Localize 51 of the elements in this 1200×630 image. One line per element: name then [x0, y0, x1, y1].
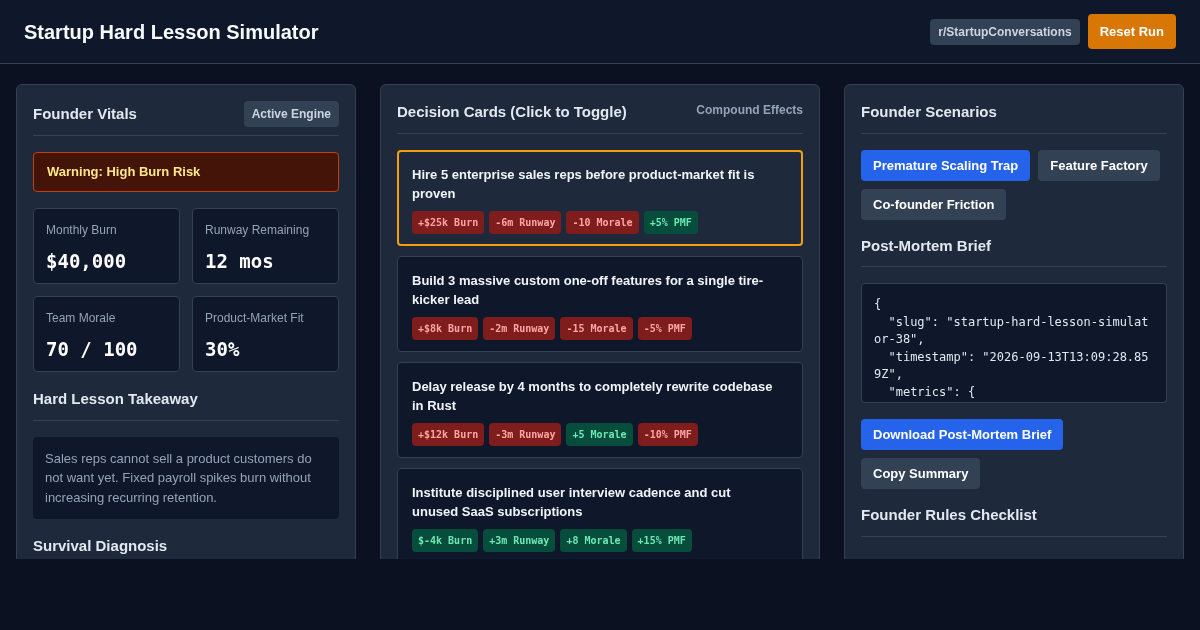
- decision-card[interactable]: Build 3 massive custom one-off features for a single tire-kicker lead +$8k Burn -2m Runway -15 Morale -5% PMF: [397, 255, 803, 352]
- metric-value: $40,000: [46, 249, 128, 274]
- panel-heading: Decision Cards (Click to Toggle): [397, 102, 627, 122]
- metric-value: 12 mos: [205, 249, 275, 274]
- effect-tag: -3m Runway: [489, 422, 562, 446]
- metric-value: 30%: [205, 337, 241, 362]
- warning-banner: Warning: High Burn Risk: [33, 152, 339, 192]
- effect-tag: +$8k Burn: [412, 316, 479, 340]
- effect-tag: +15% PMF: [631, 528, 692, 552]
- metric-label: Runway Remaining: [205, 222, 311, 239]
- scenario-button[interactable]: Co-founder Friction: [861, 188, 1007, 220]
- metric-label: Product-Market Fit: [205, 310, 305, 327]
- scenario-button[interactable]: Premature Scaling Trap: [861, 149, 1031, 181]
- decision-text: Hire 5 enterprise sales reps before product-market fit is proven: [412, 165, 756, 203]
- brief-code: { "slug": "startup-hard-lesson-simulator-38", "timestamp": "2026-09-13T13:09:28.859Z", "metrics": {: [861, 283, 1167, 403]
- effect-tag: +5 Morale: [566, 422, 633, 446]
- panel-heading: Founder Scenarios: [861, 102, 998, 122]
- effect-tag: -2m Runway: [483, 316, 556, 340]
- effect-tag: +$25k Burn: [412, 210, 485, 234]
- decision-card[interactable]: Delay release by 4 months to completely rewrite codebase in Rust +$12k Burn -3m Runway +5 Morale -10% PMF: [397, 361, 803, 458]
- panel-subtitle: Compound Effects: [696, 102, 803, 119]
- decision-text: Delay release by 4 months to completely rewrite codebase in Rust: [412, 377, 774, 415]
- effect-tag: -15 Morale: [560, 316, 633, 340]
- decision-text: Institute disciplined user interview cadence and cut unused SaaS subscriptions: [412, 483, 732, 521]
- effect-tag: -10% PMF: [637, 422, 698, 446]
- app-title: Startup Hard Lesson Simulator: [24, 19, 319, 45]
- effect-tag: +8 Morale: [560, 528, 627, 552]
- takeaway-text: Sales reps cannot sell a product customers do not want yet. Fixed payroll spikes burn without increasing recurring retention.: [33, 436, 339, 519]
- effect-tag: +5% PMF: [643, 210, 698, 234]
- decision-card[interactable]: Institute disciplined user interview cadence and cut unused SaaS subscriptions $-4k Burn +3m Runway +8 Morale +15% PMF: [397, 467, 803, 559]
- community-badge: r/StartupConversations: [930, 18, 1080, 45]
- download-button[interactable]: Download Post-Mortem Brief: [861, 419, 1064, 450]
- decision-text: Build 3 massive custom one-off features for a single tire-kicker lead: [412, 271, 765, 309]
- section-heading: Survival Diagnosis: [33, 536, 169, 556]
- metric-label: Monthly Burn: [46, 222, 118, 239]
- effect-tag: -10 Morale: [566, 210, 639, 234]
- effect-tag: -6m Runway: [489, 210, 562, 234]
- effect-tag: -5% PMF: [637, 316, 692, 340]
- copy-button[interactable]: Copy Summary: [861, 458, 981, 489]
- effect-tag: +3m Runway: [483, 528, 556, 552]
- section-heading: Founder Rules Checklist: [861, 505, 1038, 525]
- scenario-button[interactable]: Feature Factory: [1038, 149, 1160, 181]
- engine-badge: Active Engine: [243, 101, 339, 127]
- section-heading: Post-Mortem Brief: [861, 235, 992, 256]
- section-heading: Hard Lesson Takeaway: [33, 389, 199, 409]
- effect-tag: $-4k Burn: [412, 528, 479, 552]
- metric-label: Team Morale: [46, 310, 117, 327]
- effect-tag: +$12k Burn: [412, 422, 485, 446]
- metric-value: 70 / 100: [46, 337, 139, 362]
- decision-card[interactable]: Hire 5 enterprise sales reps before product-market fit is proven +$25k Burn -6m Runway -10 Morale +5% PMF: [397, 149, 803, 246]
- panel-heading: Founder Vitals: [33, 103, 137, 124]
